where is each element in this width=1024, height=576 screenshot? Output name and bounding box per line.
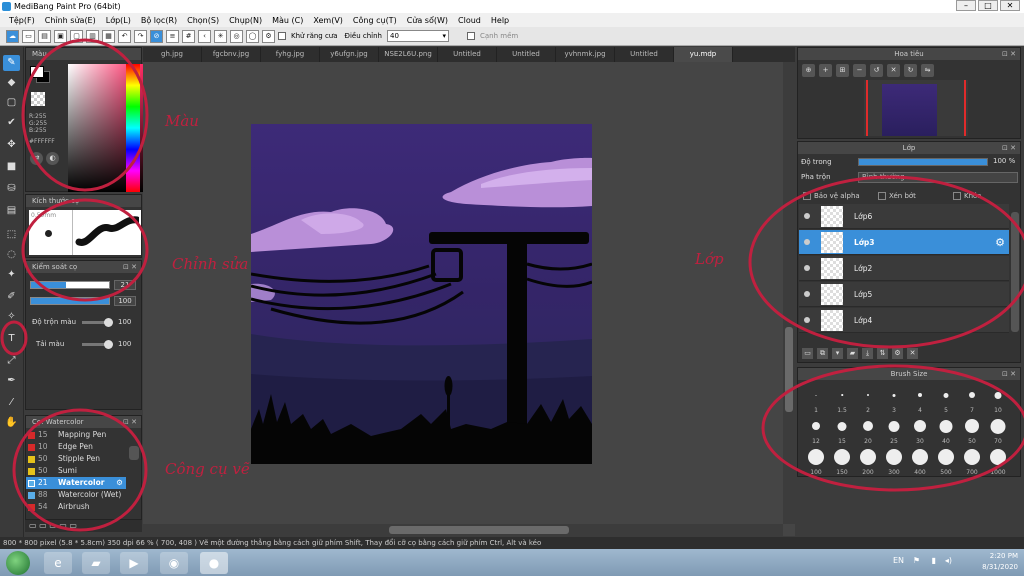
annotation-brush: Chỉnh sửa xyxy=(172,255,249,273)
annotation-tool: Công cụ vẽ xyxy=(165,460,250,478)
annotation-layer: Lớp xyxy=(695,250,724,268)
annotation-overlay xyxy=(0,38,1024,532)
annotation-color: Màu xyxy=(165,112,199,130)
